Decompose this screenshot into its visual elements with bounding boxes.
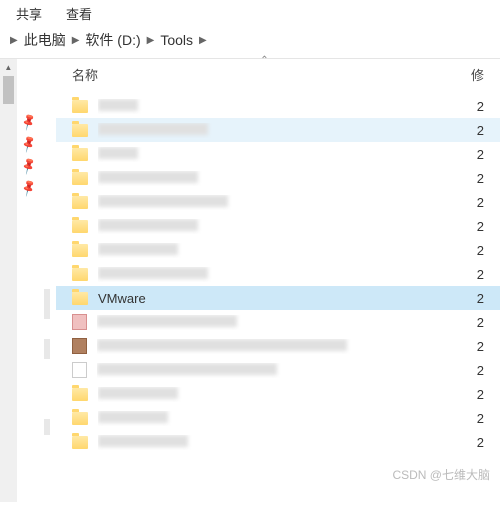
ribbon-tabs: 共享 查看	[0, 0, 500, 22]
row-date: 2	[470, 219, 484, 234]
table-row[interactable]: 2	[56, 334, 500, 358]
pin-icon: 📌	[19, 178, 39, 198]
tab-share[interactable]: 共享	[16, 4, 42, 18]
folder-icon	[72, 388, 88, 401]
file-icon	[72, 338, 87, 354]
folder-icon	[72, 412, 88, 425]
pin-icon: 📌	[19, 112, 39, 132]
folder-icon	[72, 244, 88, 257]
table-row[interactable]: 2	[56, 262, 500, 286]
table-row[interactable]: 2	[56, 190, 500, 214]
row-label	[98, 243, 460, 258]
column-headers: ⌃ 名称 修	[56, 59, 500, 94]
folder-icon	[72, 124, 88, 137]
chevron-right-icon[interactable]: ▶	[199, 35, 207, 46]
row-date: 2	[470, 195, 484, 210]
table-row[interactable]: 2	[56, 142, 500, 166]
scroll-thumb[interactable]	[3, 76, 14, 104]
chevron-right-icon[interactable]: ▶	[147, 35, 155, 46]
row-label	[98, 171, 460, 186]
folder-icon	[72, 436, 88, 449]
table-row[interactable]: 2	[56, 310, 500, 334]
row-date: 2	[470, 123, 484, 138]
row-date: 2	[470, 411, 484, 426]
row-date: 2	[470, 171, 484, 186]
table-row[interactable]: 2	[56, 94, 500, 118]
row-date: 2	[470, 147, 484, 162]
file-icon	[72, 314, 87, 330]
row-label	[98, 267, 460, 282]
row-label	[98, 147, 460, 162]
row-date: 2	[470, 315, 484, 330]
quick-access-pins: 📌 📌 📌 📌	[19, 59, 39, 502]
row-date: 2	[470, 267, 484, 282]
folder-icon	[72, 196, 88, 209]
file-list: ⌃ 名称 修 2 2 2 2 2 2 2 2 VMware 2 2 2 2 2 2 2	[56, 59, 500, 502]
row-date: 2	[470, 99, 484, 114]
folder-icon	[72, 172, 88, 185]
file-icon	[72, 362, 87, 378]
folder-icon	[72, 220, 88, 233]
table-row[interactable]: 2	[56, 166, 500, 190]
table-row[interactable]: 2	[56, 358, 500, 382]
breadcrumb: ▶ 此电脑 ▶ 软件 (D:) ▶ Tools ▶	[0, 22, 500, 59]
header-name[interactable]: 名称	[72, 65, 470, 84]
pin-icon: 📌	[19, 134, 39, 154]
nav-scrollbar[interactable]: ▲	[0, 59, 17, 502]
folder-icon	[72, 100, 88, 113]
pin-icon: 📌	[19, 156, 39, 176]
content-area: ▲ 📌 📌 📌 📌 ⌃ 名称 修 2 2 2 2 2 2 2 2 VMware 2 2 2 2 2 2 2	[0, 59, 500, 502]
rows-container: 2 2 2 2 2 2 2 2 VMware 2 2 2 2 2 2 2	[56, 94, 500, 502]
row-date: 2	[470, 435, 484, 450]
row-date: 2	[470, 291, 484, 306]
row-date: 2	[470, 243, 484, 258]
chevron-right-icon[interactable]: ▶	[72, 35, 80, 46]
row-date: 2	[470, 339, 484, 354]
tab-view[interactable]: 查看	[66, 4, 92, 18]
row-date: 2	[470, 363, 484, 378]
row-date: 2	[470, 387, 484, 402]
table-row[interactable]: 2	[56, 238, 500, 262]
table-row[interactable]: 2	[56, 406, 500, 430]
row-label	[98, 99, 460, 114]
row-label	[98, 411, 460, 426]
scroll-up-icon[interactable]: ▲	[0, 59, 17, 76]
chevron-right-icon[interactable]: ▶	[10, 35, 18, 46]
row-label	[98, 219, 460, 234]
row-label	[98, 387, 460, 402]
nav-edge	[40, 59, 56, 502]
breadcrumb-item[interactable]: 软件 (D:)	[85, 30, 140, 50]
row-label	[98, 435, 460, 450]
breadcrumb-item[interactable]: 此电脑	[24, 30, 66, 50]
row-label	[97, 363, 460, 378]
row-label	[97, 339, 460, 354]
nav-pane: ▲ 📌 📌 📌 📌	[0, 59, 56, 502]
row-label	[98, 195, 460, 210]
table-row[interactable]: 2	[56, 214, 500, 238]
table-row[interactable]: 2	[56, 430, 500, 454]
row-label: VMware	[98, 291, 460, 306]
sort-indicator-icon: ⌃	[260, 55, 268, 66]
table-row[interactable]: 2	[56, 118, 500, 142]
table-row[interactable]: VMware 2	[56, 286, 500, 310]
breadcrumb-item[interactable]: Tools	[160, 32, 193, 48]
folder-icon	[72, 292, 88, 305]
row-label	[98, 123, 460, 138]
table-row[interactable]: 2	[56, 382, 500, 406]
header-modified[interactable]: 修	[470, 65, 484, 84]
folder-icon	[72, 148, 88, 161]
row-label	[97, 315, 460, 330]
folder-icon	[72, 268, 88, 281]
